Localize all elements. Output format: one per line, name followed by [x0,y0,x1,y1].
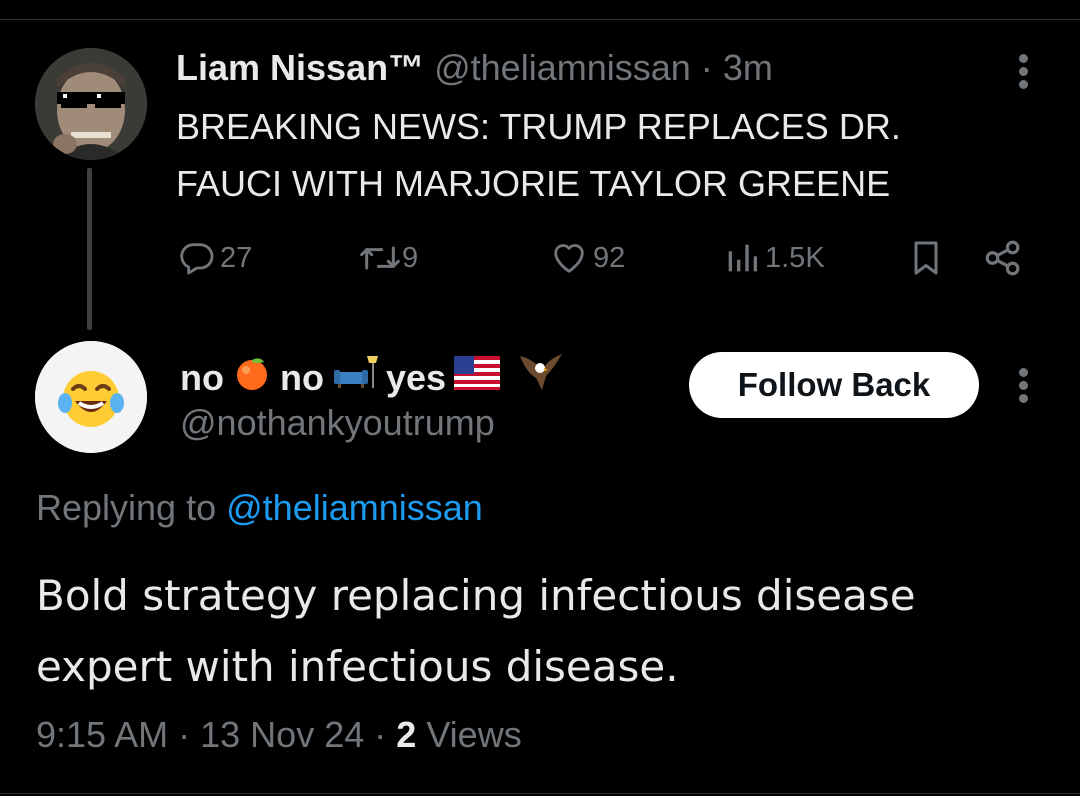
heart-icon [548,238,590,278]
bookmark-icon[interactable] [906,236,946,280]
peach-emoji-icon [232,352,272,404]
reply-more-icon[interactable] [1010,366,1038,406]
meta-separator-2: · [374,714,387,755]
reply-time[interactable]: 9:15 AM [36,714,168,755]
share-icon[interactable] [982,236,1024,280]
parent-avatar[interactable] [35,48,147,160]
replying-handle-link[interactable]: @theliamnissan [226,487,483,528]
parent-display-name[interactable]: Liam Nissan™ [176,47,424,88]
meta-separator-1: · [178,714,191,755]
follow-back-button[interactable]: Follow Back [689,352,979,418]
parent-tweet-header: Liam Nissan™ @theliamnissan · 3m [176,44,773,92]
replying-prefix: Replying to [36,487,217,528]
reply-handle[interactable]: @nothankyoutrump [180,400,495,446]
repost-icon [358,238,402,278]
name-part-3: yes [385,357,447,398]
reply-views-count: 2 [396,714,417,755]
parent-action-bar: 27 9 92 1.5K [0,236,1080,280]
like-count: 92 [593,241,626,274]
us-flag-emoji-icon [454,354,501,402]
repost-count: 9 [402,241,419,274]
bottom-divider [0,793,1080,794]
reply-count: 27 [220,241,253,274]
reply-tweet-text: Bold strategy replacing infectious disea… [36,571,916,691]
eagle-emoji-icon [516,350,564,406]
parent-more-icon[interactable] [1010,52,1038,92]
top-divider [0,19,1080,20]
views-action[interactable]: 1.5K [722,236,825,280]
name-part-2: no [279,357,324,398]
reply-icon [177,238,217,278]
reply-views-label: Views [426,714,522,755]
couch-lamp-emoji-icon [332,352,378,404]
reply-date[interactable]: 13 Nov 24 [200,714,364,755]
reply-display-name[interactable]: no no yes [180,350,572,406]
parent-handle[interactable]: @theliamnissan [434,47,691,88]
views-count: 1.5K [765,241,825,274]
replying-to-line: Replying to @theliamnissan [36,485,483,531]
parent-time[interactable]: 3m [723,47,773,88]
header-separator: · [700,47,713,88]
reply-avatar[interactable] [35,341,147,453]
like-action[interactable]: 92 [548,236,625,280]
views-bar-icon [722,238,762,278]
repost-action[interactable]: 9 [358,236,418,280]
parent-tweet-text: BREAKING NEWS: TRUMP REPLACES DR. FAUCI … [176,106,901,204]
reply-metadata: 9:15 AM · 13 Nov 24 · 2 Views [36,712,522,758]
name-part-1: no [180,357,224,398]
reply-action[interactable]: 27 [177,236,252,280]
